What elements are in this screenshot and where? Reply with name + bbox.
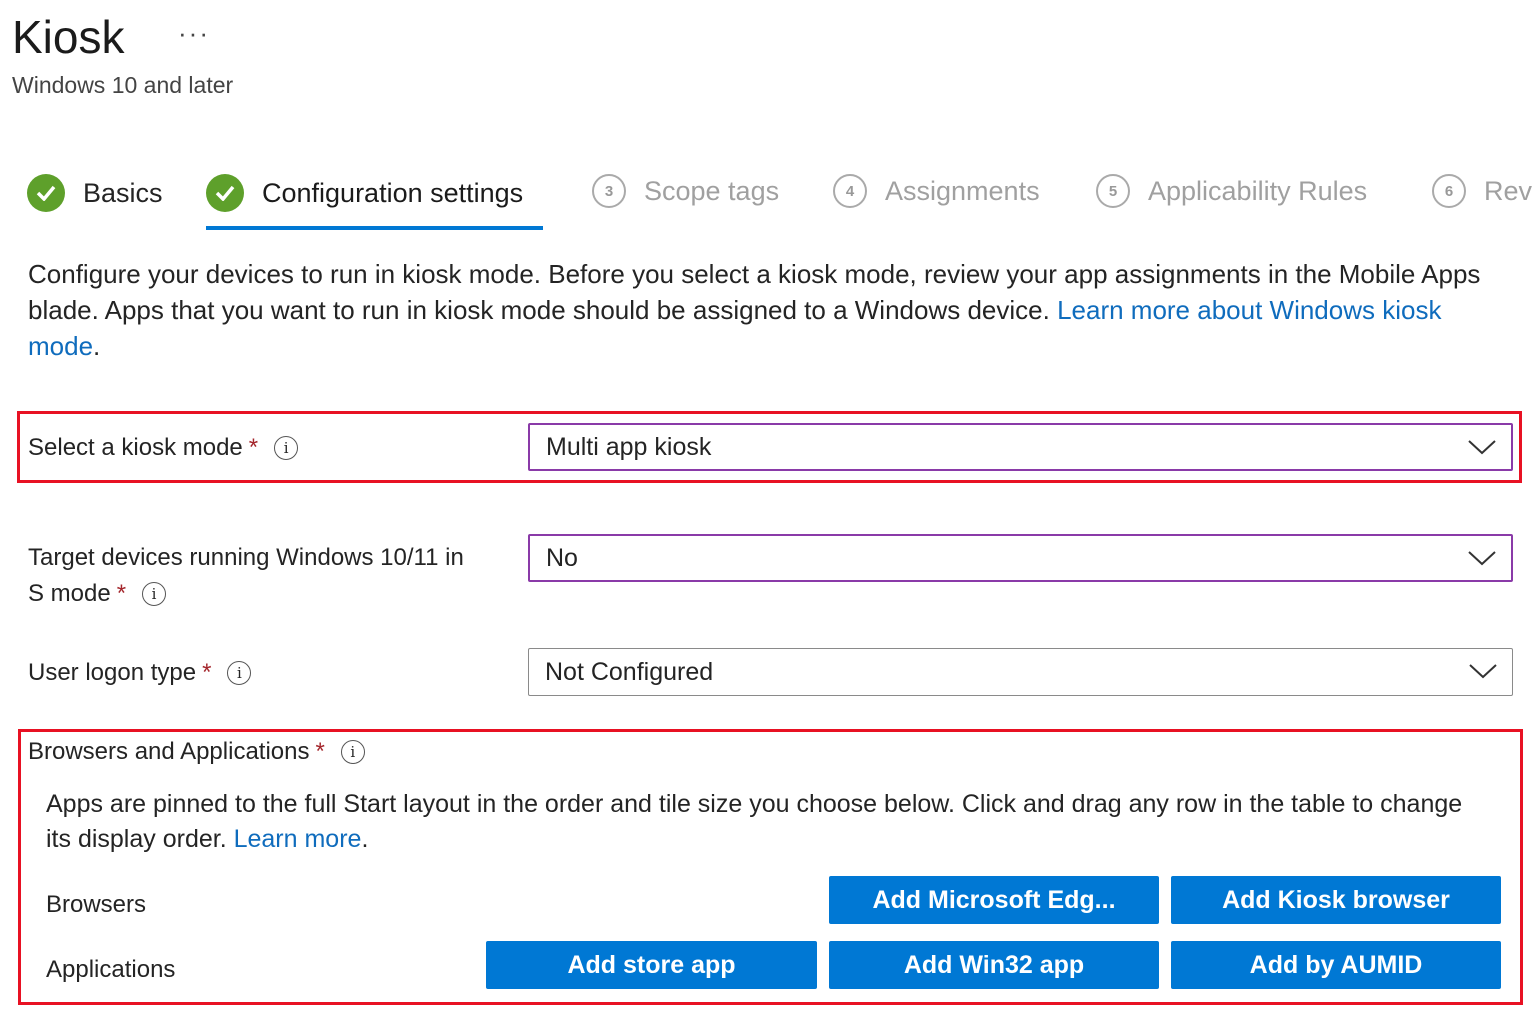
- info-icon[interactable]: i: [142, 582, 167, 606]
- step-label: Applicability Rules: [1148, 175, 1368, 206]
- chevron-down-icon: [1468, 551, 1496, 566]
- learn-more-link[interactable]: Learn more: [234, 825, 362, 853]
- add-win32-app-button[interactable]: Add Win32 app: [829, 941, 1159, 989]
- step-label: Revi: [1484, 175, 1532, 206]
- intro-end: .: [93, 331, 101, 361]
- label-text: User logon type: [28, 659, 197, 686]
- check-icon: [206, 174, 244, 212]
- info-icon[interactable]: i: [340, 740, 365, 764]
- required-marker: *: [202, 659, 212, 686]
- desc-end: .: [361, 825, 369, 853]
- step-number: 6: [1432, 174, 1466, 208]
- step-number: 3: [592, 174, 626, 208]
- kiosk-mode-label: Select a kiosk mode * i: [28, 430, 299, 466]
- page-title: Kiosk: [12, 11, 125, 63]
- label-text: S mode: [28, 580, 111, 607]
- chevron-down-icon: [1468, 440, 1496, 455]
- add-by-aumid-button[interactable]: Add by AUMID: [1171, 941, 1501, 989]
- logon-type-label: User logon type * i: [28, 655, 252, 691]
- add-edge-button[interactable]: Add Microsoft Edg...: [829, 876, 1159, 924]
- step-configuration-settings[interactable]: Configuration settings: [206, 174, 523, 212]
- more-options-button[interactable]: ···: [178, 18, 210, 49]
- step-label: Basics: [83, 177, 163, 208]
- required-marker: *: [248, 434, 259, 461]
- info-icon[interactable]: i: [227, 661, 252, 685]
- step-scope-tags[interactable]: 3 Scope tags: [592, 174, 779, 208]
- apps-label: Browsers and Applications * i: [28, 734, 365, 770]
- page-subtitle: Windows 10 and later: [12, 72, 234, 98]
- step-label: Scope tags: [644, 175, 780, 206]
- add-kiosk-browser-button[interactable]: Add Kiosk browser: [1171, 876, 1501, 924]
- intro-text: Configure your devices to run in kiosk m…: [28, 256, 1488, 364]
- step-label: Assignments: [885, 175, 1040, 206]
- required-marker: *: [116, 580, 127, 607]
- selected-value: Multi app kiosk: [546, 432, 712, 461]
- logon-type-dropdown[interactable]: Not Configured: [528, 648, 1513, 696]
- chevron-down-icon: [1469, 664, 1497, 679]
- step-label: Configuration settings: [262, 177, 524, 208]
- kiosk-mode-dropdown[interactable]: Multi app kiosk: [528, 423, 1513, 471]
- apps-description: Apps are pinned to the full Start layout…: [46, 787, 1486, 857]
- info-icon[interactable]: i: [274, 436, 299, 460]
- s-mode-label: Target devices running Windows 10/11 in S…: [28, 540, 464, 612]
- add-store-app-button[interactable]: Add store app: [486, 941, 817, 989]
- check-icon: [27, 174, 65, 212]
- active-step-indicator: [206, 226, 543, 230]
- step-number: 5: [1096, 174, 1130, 208]
- label-text: Browsers and Applications: [28, 738, 310, 765]
- s-mode-dropdown[interactable]: No: [528, 534, 1513, 582]
- step-assignments[interactable]: 4 Assignments: [833, 174, 1040, 208]
- selected-value: No: [546, 543, 578, 572]
- step-review[interactable]: 6 Revi: [1432, 174, 1532, 208]
- applications-label: Applications: [46, 956, 176, 983]
- label-text: Select a kiosk mode: [28, 434, 243, 461]
- required-marker: *: [315, 738, 325, 765]
- step-applicability-rules[interactable]: 5 Applicability Rules: [1096, 174, 1367, 208]
- step-number: 4: [833, 174, 867, 208]
- browsers-label: Browsers: [46, 891, 147, 918]
- step-basics[interactable]: Basics: [27, 174, 163, 212]
- label-text: Target devices running Windows 10/11 in: [28, 544, 464, 571]
- selected-value: Not Configured: [545, 657, 714, 686]
